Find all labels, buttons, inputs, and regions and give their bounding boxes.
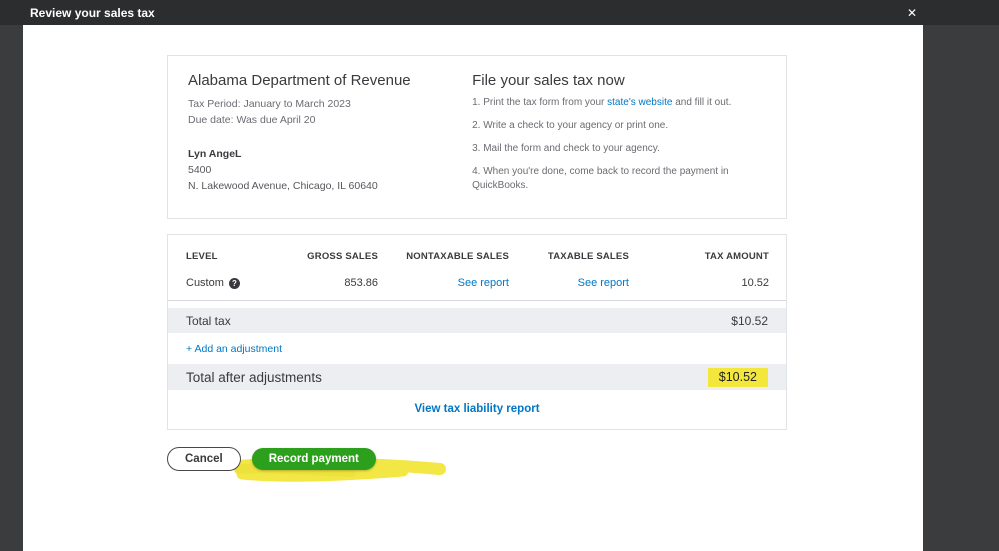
action-buttons: Cancel Record payment [167,444,923,482]
nontaxable-see-report-link[interactable]: See report [458,277,509,289]
column-header-gross-sales: GROSS SALES [307,251,378,262]
total-tax-row: Total tax $10.52 [168,308,786,333]
add-adjustment-row: + Add an adjustment [168,333,786,364]
record-payment-button[interactable]: Record payment [251,447,376,471]
level-value: Custom [186,277,224,289]
agency-name: Alabama Department of Revenue [188,72,411,89]
level-cell: Custom ? [186,277,296,289]
modal-panel: Alabama Department of Revenue Tax Period… [23,25,923,551]
taxable-see-report-link[interactable]: See report [578,277,629,289]
column-header-taxable-sales: TAXABLE SALES [547,251,629,262]
column-header-nontaxable-sales: NONTAXABLE SALES [406,251,509,262]
tax-summary-card: LEVEL GROSS SALES NONTAXABLE SALES TAXAB… [167,234,787,430]
close-icon[interactable]: ✕ [907,0,917,25]
tax-amount-value: 10.52 [741,277,769,289]
view-report-row: View tax liability report [168,390,786,419]
add-adjustment-link[interactable]: + Add an adjustment [186,343,282,355]
instruction-step-2: 2. Write a check to your agency or print… [472,120,669,131]
total-after-adjustments-value: $10.52 [707,367,768,387]
states-website-link[interactable]: state's website [607,97,672,108]
tax-period: Tax Period: January to March 2023 [188,98,351,110]
modal-header: Review your sales tax ✕ [0,0,999,25]
table-header-row: LEVEL GROSS SALES NONTAXABLE SALES TAXAB… [168,235,786,269]
view-tax-liability-report-link[interactable]: View tax liability report [414,403,539,415]
total-after-adjustments-row: Total after adjustments $10.52 [168,364,786,390]
agency-info-card: Alabama Department of Revenue Tax Period… [167,55,787,219]
agency-details: Alabama Department of Revenue Tax Period… [188,72,472,202]
step1-text-suffix: and fill it out. [672,97,732,108]
column-header-tax-amount: TAX AMOUNT [704,251,769,262]
modal-title: Review your sales tax [30,5,155,20]
total-after-adjustments-label: Total after adjustments [186,369,322,385]
total-tax-label: Total tax [186,313,231,328]
payer-name: Lyn AngeL [188,147,242,160]
table-row: Custom ? 853.86 See report See report 10… [168,269,786,301]
instructions-title: File your sales tax now [472,72,625,89]
due-date: Due date: Was due April 20 [188,114,316,127]
total-tax-value: $10.52 [731,313,768,328]
cancel-button[interactable]: Cancel [167,446,241,472]
help-icon[interactable]: ? [228,277,240,289]
instruction-step-3: 3. Mail the form and check to your agenc… [472,143,660,154]
instruction-step-4: 4. When you're done, come back to record… [472,166,729,191]
address-line1: 5400 [188,163,212,176]
column-header-level: LEVEL [186,251,218,262]
step1-text-prefix: 1. Print the tax form from your [472,97,608,108]
instruction-step-1: 1. Print the tax form from your state's … [472,96,766,110]
gross-sales-value: 853.86 [344,277,378,289]
address-line2: N. Lakewood Avenue, Chicago, IL 60640 [188,180,378,193]
filing-instructions: File your sales tax now 1. Print the tax… [472,72,766,202]
